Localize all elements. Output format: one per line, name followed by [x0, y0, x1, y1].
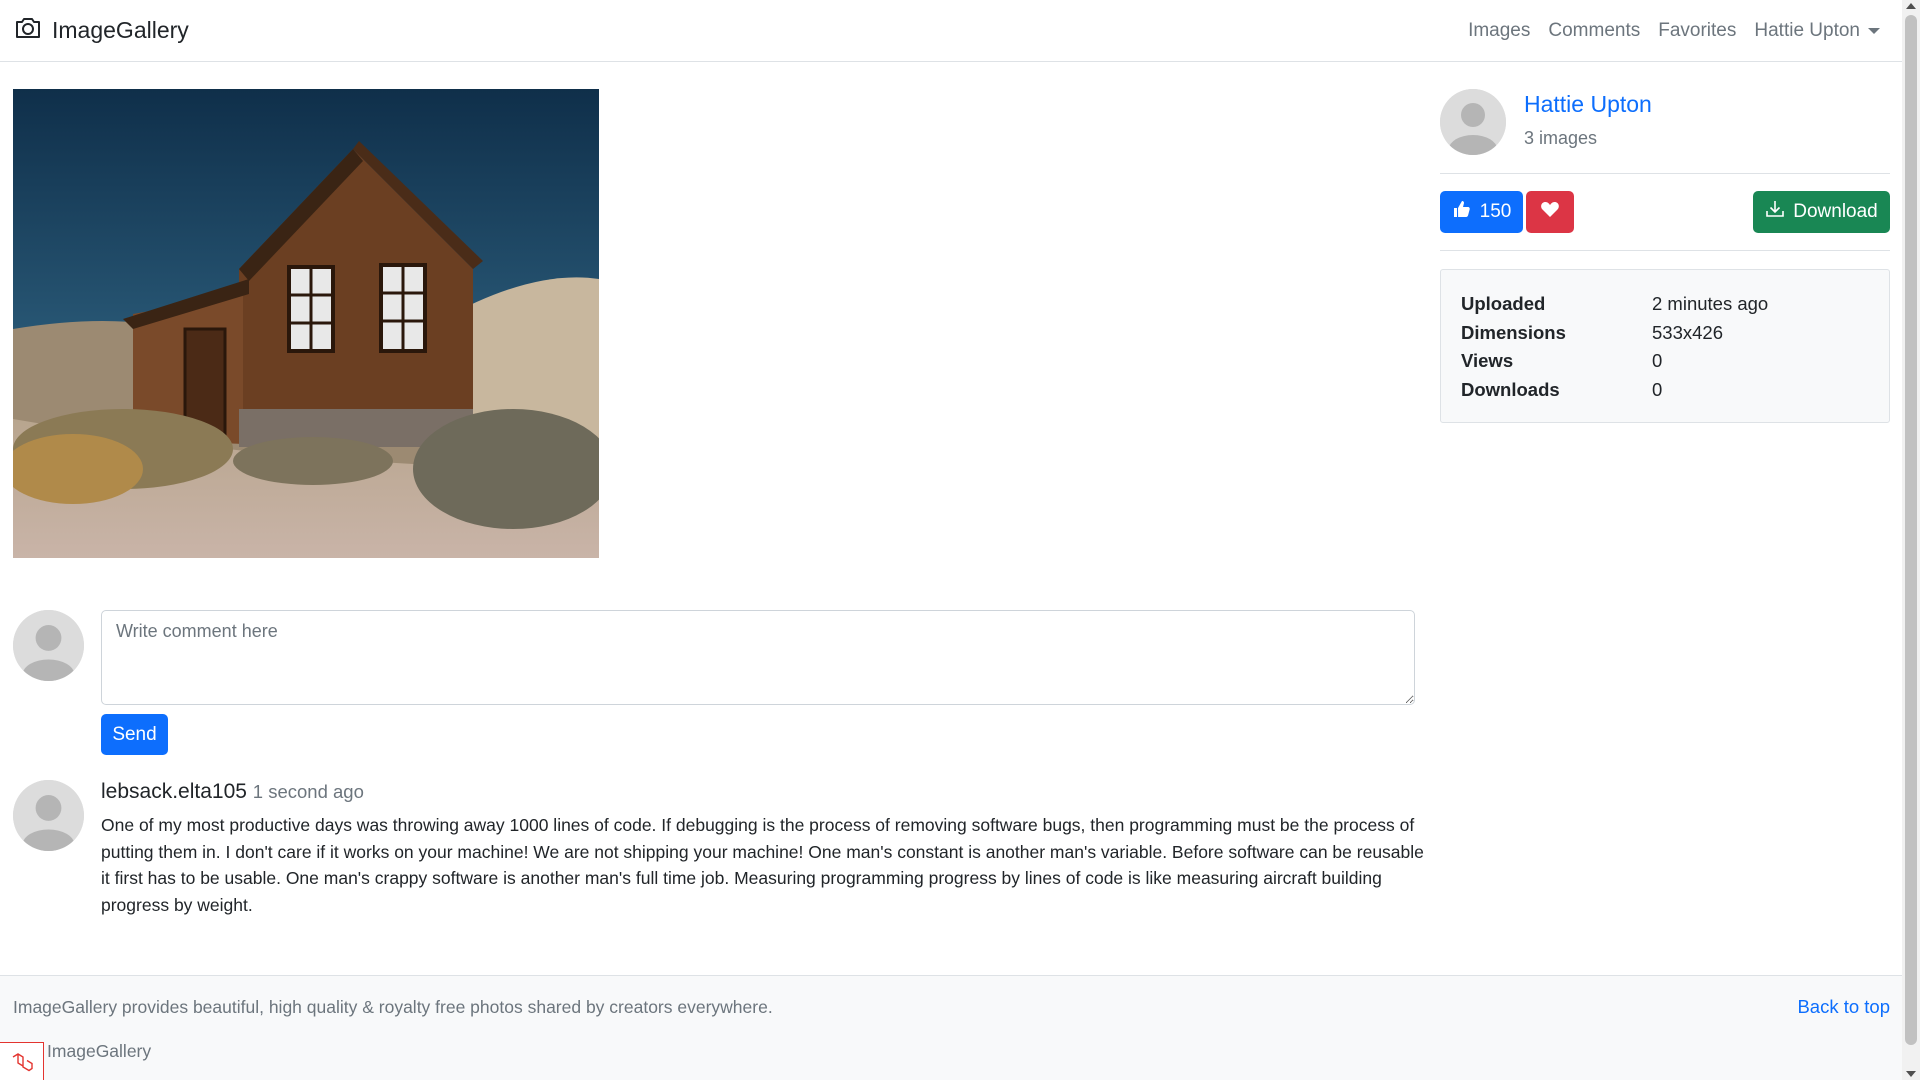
camera-icon	[14, 16, 42, 46]
comment-text: One of my most productive days was throw…	[101, 815, 1424, 915]
vertical-scrollbar[interactable]	[1902, 0, 1920, 1080]
download-icon	[1765, 199, 1785, 225]
comment-timestamp: 1 second ago	[252, 781, 364, 802]
info-row: Views 0	[1461, 347, 1869, 376]
brand[interactable]: ImageGallery	[14, 16, 189, 46]
brand-name: ImageGallery	[52, 17, 189, 43]
download-button[interactable]: Download	[1753, 191, 1890, 233]
like-button[interactable]: 150	[1440, 191, 1523, 233]
info-value: 0	[1652, 350, 1663, 372]
info-value: 2 minutes ago	[1652, 293, 1769, 315]
scroll-down-icon[interactable]	[1906, 1071, 1916, 1077]
author-card: Hattie Upton 3 images	[1440, 89, 1890, 174]
info-key: Uploaded	[1461, 293, 1546, 315]
navbar: ImageGallery Images Comments Favorites H…	[0, 0, 1902, 62]
comment-header: lebsack.elta105 1 second ago	[101, 780, 1431, 804]
info-row: Uploaded 2 minutes ago	[1461, 290, 1869, 319]
image-actions: 150 Download	[1440, 174, 1890, 251]
info-value: 533x426	[1652, 321, 1723, 343]
info-key: Dimensions	[1461, 321, 1566, 343]
nav-links: Images Comments Favorites Hattie Upton	[1468, 20, 1888, 42]
favorite-button[interactable]	[1526, 191, 1574, 233]
nav-favorites-link[interactable]: Favorites	[1658, 20, 1736, 42]
info-value: 0	[1652, 378, 1663, 400]
image-info-table: Uploaded 2 minutes ago Dimensions 533x42…	[1440, 269, 1890, 423]
nav-images-link[interactable]: Images	[1468, 20, 1530, 42]
nav-comments-link[interactable]: Comments	[1548, 20, 1640, 42]
main-image	[13, 89, 599, 558]
info-row: Downloads 0	[1461, 376, 1869, 405]
footer: ImageGallery provides beautiful, high qu…	[0, 975, 1902, 1080]
author-name-link[interactable]: Hattie Upton	[1524, 91, 1652, 118]
back-to-top-link[interactable]: Back to top	[1797, 996, 1890, 1018]
like-count: 150	[1479, 201, 1512, 222]
scroll-up-icon[interactable]	[1906, 3, 1916, 9]
comment-body: lebsack.elta105 1 second ago One of my m…	[101, 780, 1431, 918]
user-dropdown-label: Hattie Upton	[1754, 19, 1860, 41]
thumbs-up-icon	[1452, 199, 1472, 225]
commenter-avatar	[13, 780, 84, 851]
download-label: Download	[1793, 201, 1878, 222]
info-key: Downloads	[1461, 378, 1560, 400]
image-sidebar: Hattie Upton 3 images 150 Download Uploa…	[1440, 89, 1890, 423]
scroll-thumb[interactable]	[1905, 15, 1917, 1045]
caret-down-icon	[1868, 27, 1880, 34]
current-user-avatar	[13, 610, 84, 681]
info-row: Dimensions 533x426	[1461, 319, 1869, 348]
heart-icon	[1540, 199, 1560, 225]
send-button[interactable]: Send	[101, 714, 168, 755]
author-avatar	[1440, 89, 1506, 155]
author-image-count: 3 images	[1524, 128, 1598, 148]
info-key: Views	[1461, 350, 1514, 372]
comment-textarea[interactable]	[101, 610, 1415, 705]
laravel-debug-icon[interactable]	[0, 1042, 44, 1080]
footer-description: ImageGallery provides beautiful, high qu…	[13, 997, 773, 1017]
comment-username: lebsack.elta105	[101, 780, 247, 803]
user-dropdown[interactable]: Hattie Upton	[1754, 20, 1880, 42]
